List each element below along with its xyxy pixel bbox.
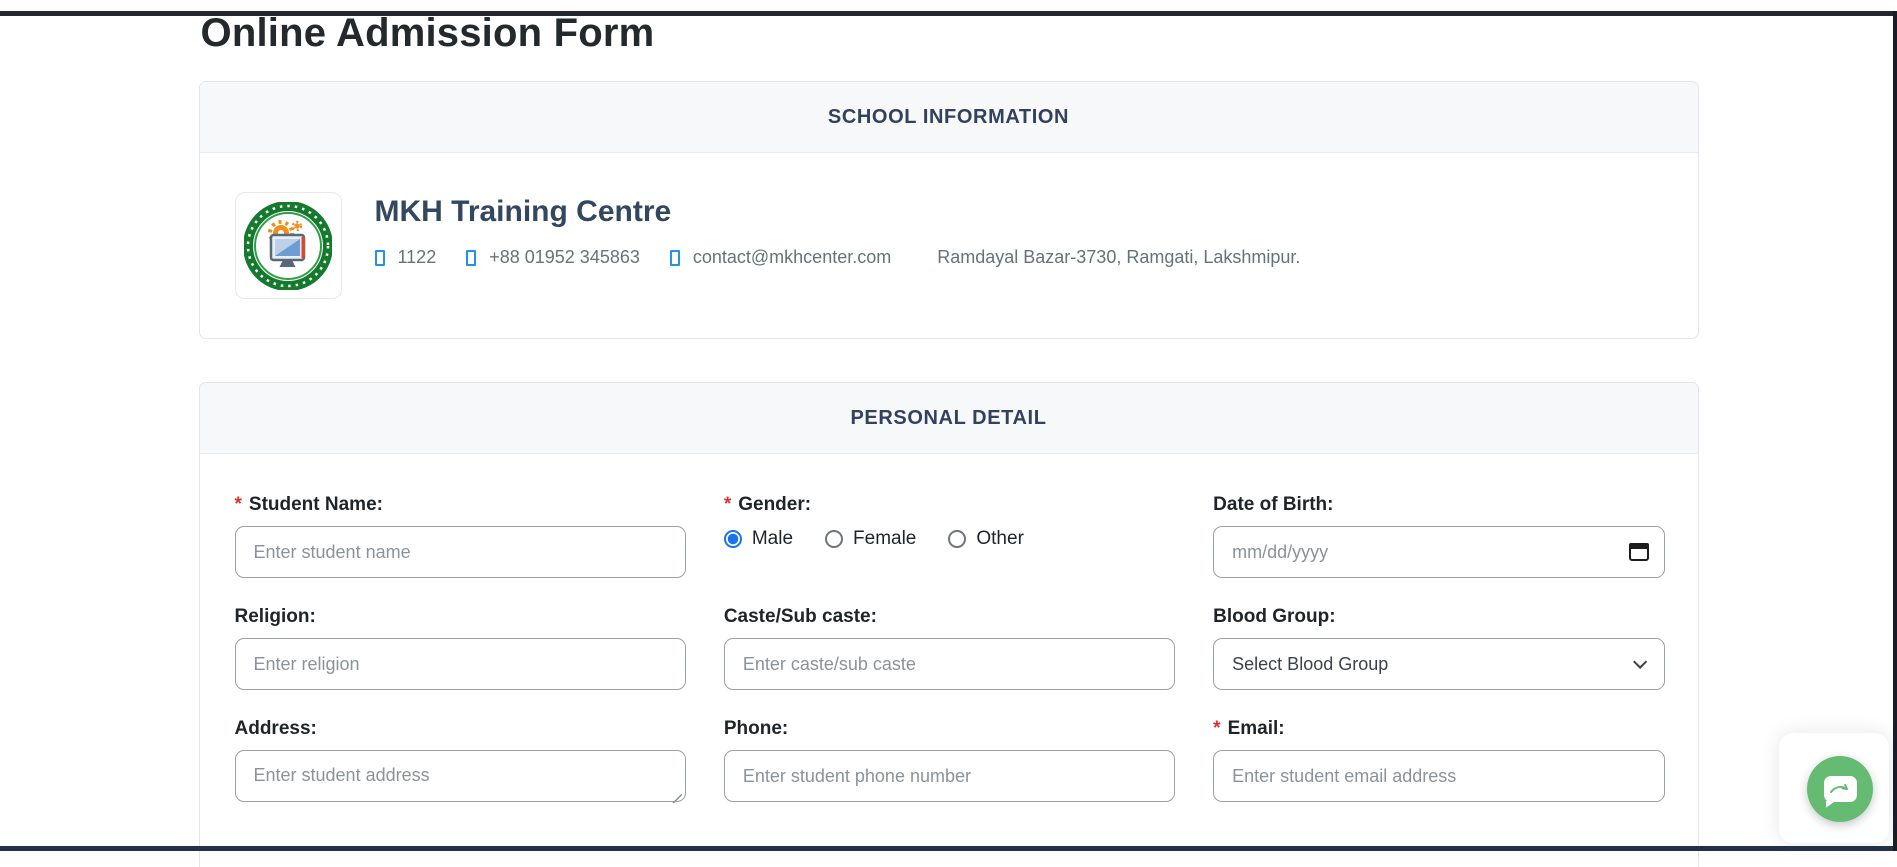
gender-radio-female[interactable] [825,530,843,548]
school-code-item: 1122 [375,247,437,268]
religion-input[interactable] [235,638,686,690]
school-email-text: contact@mkhcenter.com [693,247,891,268]
field-email: * Email: [1213,718,1664,807]
personal-detail-header: PERSONAL DETAIL [200,383,1698,454]
required-marker: * [724,494,731,515]
gender-male-label: Male [752,528,793,550]
window-right-edge [1893,11,1897,851]
field-date-of-birth: Date of Birth: [1213,494,1664,578]
field-caste: Caste/Sub caste: [724,606,1175,690]
date-of-birth-input[interactable] [1213,526,1664,578]
phone-label: Phone: [724,718,1175,740]
school-information-header: SCHOOL INFORMATION [200,82,1698,153]
school-phone-text: +88 01952 345863 [489,247,640,268]
school-logo-emblem-icon [244,202,332,290]
student-name-input[interactable] [235,526,686,578]
address-textarea[interactable] [235,750,686,802]
field-religion: Religion: [235,606,686,690]
required-marker: * [235,494,242,515]
date-of-birth-label-text: Date of Birth: [1213,494,1333,515]
gender-female-label: Female [853,528,916,550]
student-name-label-text: Student Name: [249,494,383,515]
gender-option-male[interactable]: Male [724,528,793,550]
field-address: Address: [235,718,686,807]
phone-input[interactable] [724,750,1175,802]
blood-group-label: Blood Group: [1213,606,1664,628]
school-text-block: MKH Training Centre 1122 +88 01952 34586… [375,192,1301,299]
required-marker: * [1213,718,1220,739]
address-label: Address: [235,718,686,740]
personal-detail-card: PERSONAL DETAIL * Student Name: * Gender: … [199,382,1699,867]
caste-label: Caste/Sub caste: [724,606,1175,628]
personal-detail-form: * Student Name: * Gender: Male Female [200,454,1698,867]
calendar-icon[interactable] [1629,543,1649,561]
field-phone: Phone: [724,718,1175,807]
field-blood-group: Blood Group: Select Blood Group [1213,606,1664,690]
blood-group-selected-value: Select Blood Group [1232,654,1388,675]
address-label-text: Address: [235,718,317,739]
date-of-birth-label: Date of Birth: [1213,494,1664,516]
school-address-item: Ramdayal Bazar-3730, Ramgati, Lakshmipur… [937,247,1300,268]
school-contact-row: 1122 +88 01952 345863 contact@mkhcenter.… [375,247,1301,268]
gender-other-label: Other [976,528,1024,550]
glyph-box-icon [466,250,476,266]
blood-group-label-text: Blood Group: [1213,606,1335,627]
email-label: * Email: [1213,718,1664,740]
gender-option-other[interactable]: Other [948,528,1024,550]
school-information-card: SCHOOL INFORMATION [199,81,1699,339]
religion-label-text: Religion: [235,606,316,627]
window-top-edge [0,11,1897,16]
religion-label: Religion: [235,606,686,628]
blood-group-select[interactable]: Select Blood Group [1213,638,1664,690]
glyph-box-icon [670,250,680,266]
gender-radio-group: Male Female Other [724,528,1175,550]
page-title: Online Admission Form [201,11,1699,56]
school-email-item: contact@mkhcenter.com [670,247,891,268]
phone-label-text: Phone: [724,718,788,739]
school-code-text: 1122 [398,247,437,268]
caste-label-text: Caste/Sub caste: [724,606,877,627]
gender-label-text: Gender: [738,494,811,515]
field-student-name: * Student Name: [235,494,686,578]
email-input[interactable] [1213,750,1664,802]
chevron-down-icon [1633,655,1647,669]
gender-radio-other[interactable] [948,530,966,548]
school-information-body: MKH Training Centre 1122 +88 01952 34586… [200,153,1698,338]
chat-launcher-button[interactable] [1807,756,1873,822]
gender-label: * Gender: [724,494,1175,516]
email-label-text: Email: [1228,718,1285,739]
school-name: MKH Training Centre [375,195,1301,229]
school-logo [235,192,342,299]
field-gender: * Gender: Male Female Other [724,494,1175,578]
page-container: Online Admission Form SCHOOL INFORMATION [199,11,1699,867]
student-name-label: * Student Name: [235,494,686,516]
school-address-text: Ramdayal Bazar-3730, Ramgati, Lakshmipur… [937,247,1300,268]
gender-radio-male[interactable] [724,530,742,548]
chat-bubble-icon [1824,776,1857,802]
glyph-box-icon [375,250,385,266]
gender-option-female[interactable]: Female [825,528,916,550]
window-bottom-edge [0,846,1897,851]
caste-input[interactable] [724,638,1175,690]
school-phone-item: +88 01952 345863 [466,247,640,268]
